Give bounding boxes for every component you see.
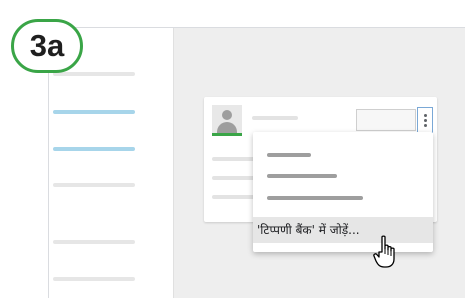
- person-avatar-icon: [212, 105, 242, 135]
- avatar-underline: [212, 133, 242, 136]
- comment-text-line: [212, 176, 256, 180]
- comment-text-line: [212, 195, 256, 199]
- sidebar-item[interactable]: [53, 183, 135, 187]
- step-badge: 3a: [11, 19, 83, 73]
- sidebar-item[interactable]: [53, 240, 135, 244]
- sidebar-item[interactable]: [53, 277, 135, 281]
- add-to-comment-bank-item[interactable]: 'टिप्पणी बैंक' में जोड़ें...: [253, 217, 433, 243]
- menu-item[interactable]: [267, 153, 311, 157]
- comment-text-line: [212, 157, 256, 161]
- more-vert-icon[interactable]: [417, 107, 433, 133]
- hand-pointer-icon: [373, 235, 395, 268]
- menu-item[interactable]: [267, 174, 337, 178]
- sidebar-item[interactable]: [53, 72, 135, 76]
- comment-options-menu: 'टिप्पणी बैंक' में जोड़ें...: [253, 132, 433, 252]
- author-name-placeholder: [252, 116, 298, 120]
- menu-item[interactable]: [267, 196, 363, 200]
- sidebar-item-active[interactable]: [53, 147, 135, 151]
- grade-input[interactable]: [356, 109, 416, 131]
- sidebar-item-active[interactable]: [53, 110, 135, 114]
